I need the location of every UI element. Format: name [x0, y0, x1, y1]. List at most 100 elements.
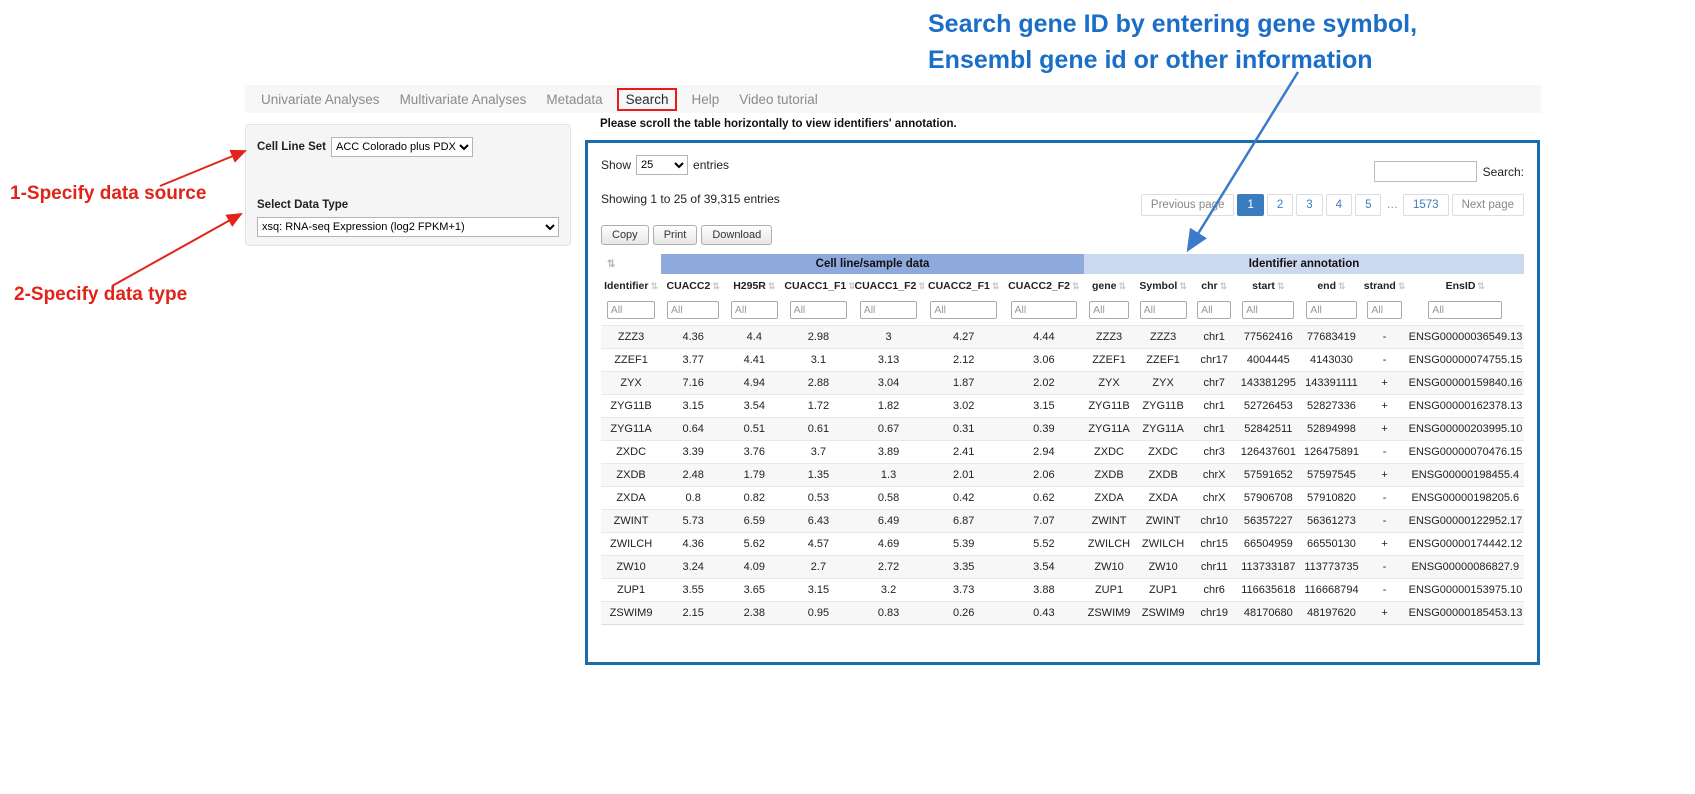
- cell: 0.43: [1004, 602, 1084, 625]
- filter-input-chr[interactable]: [1197, 301, 1231, 319]
- cell: ZXDA: [601, 487, 661, 510]
- data-type-label: Select Data Type: [257, 199, 559, 211]
- pagination-page-1[interactable]: 1: [1237, 194, 1263, 216]
- nav-item-search[interactable]: Search: [617, 88, 678, 111]
- column-label: EnsID: [1446, 280, 1476, 292]
- column-header-start[interactable]: start⇅: [1236, 274, 1300, 298]
- filter-input-cuacc1-f2[interactable]: [860, 301, 918, 319]
- data-source-panel: Cell Line Set ACC Colorado plus PDX Sele…: [245, 124, 571, 246]
- cell: 6.43: [783, 510, 853, 533]
- pagination-page-5[interactable]: 5: [1355, 194, 1381, 216]
- page-length-control: Show 25 entries: [601, 155, 729, 175]
- data-type-select[interactable]: xsq: RNA-seq Expression (log2 FPKM+1): [257, 217, 559, 237]
- cell: 126437601: [1236, 441, 1300, 464]
- red-arrow-to-cell-line-set: [160, 151, 245, 186]
- filter-input-symbol[interactable]: [1140, 301, 1187, 319]
- cell: 3.1: [783, 349, 853, 372]
- nav-item-help[interactable]: Help: [681, 88, 729, 111]
- column-header-identifier[interactable]: Identifier⇅: [601, 274, 661, 298]
- cell: 3.54: [1004, 556, 1084, 579]
- cell: 2.38: [725, 602, 783, 625]
- cell-line-set-select[interactable]: ACC Colorado plus PDX: [331, 137, 473, 157]
- cell: ZYG11B: [1134, 395, 1192, 418]
- column-label: end: [1317, 280, 1336, 292]
- navbar: Univariate AnalysesMultivariate Analyses…: [245, 85, 1541, 113]
- cell: -: [1363, 556, 1407, 579]
- search-control: Search:: [1374, 161, 1524, 182]
- filter-input-strand[interactable]: [1367, 301, 1401, 319]
- filter-input-cuacc2[interactable]: [667, 301, 719, 319]
- cell: 3.76: [725, 441, 783, 464]
- cell: ENSG00000203995.10: [1407, 418, 1524, 441]
- cell: 4.57: [783, 533, 853, 556]
- search-input[interactable]: [1374, 161, 1477, 182]
- column-header-cuacc1-f1[interactable]: CUACC1_F1⇅: [783, 274, 853, 298]
- pagination-page-3[interactable]: 3: [1296, 194, 1322, 216]
- cell: +: [1363, 464, 1407, 487]
- cell: ZWILCH: [1084, 533, 1134, 556]
- cell: 66550130: [1300, 533, 1362, 556]
- print-button[interactable]: Print: [653, 225, 698, 245]
- filter-input-ensid[interactable]: [1428, 301, 1502, 319]
- copy-button[interactable]: Copy: [601, 225, 649, 245]
- download-button[interactable]: Download: [701, 225, 772, 245]
- cell: 0.51: [725, 418, 783, 441]
- cell: ENSG00000153975.10: [1407, 579, 1524, 602]
- column-label: start: [1252, 280, 1275, 292]
- column-header-cuacc2[interactable]: CUACC2⇅: [661, 274, 725, 298]
- pagination-page-2[interactable]: 2: [1267, 194, 1293, 216]
- cell: 52726453: [1236, 395, 1300, 418]
- filter-input-start[interactable]: [1242, 301, 1294, 319]
- pagination-page-1573[interactable]: 1573: [1403, 194, 1449, 216]
- cell: chr7: [1192, 372, 1236, 395]
- red-arrow-to-data-type: [112, 214, 241, 286]
- nav-item-univariate-analyses[interactable]: Univariate Analyses: [251, 88, 390, 111]
- column-header-strand[interactable]: strand⇅: [1363, 274, 1407, 298]
- pagination-page-4[interactable]: 4: [1326, 194, 1352, 216]
- column-header-cuacc2-f1[interactable]: CUACC2_F1⇅: [924, 274, 1004, 298]
- group-header-row: ⇅Cell line/sample dataIdentifier annotat…: [601, 254, 1524, 274]
- filter-input-cuacc2-f2[interactable]: [1011, 301, 1078, 319]
- cell: 3.39: [661, 441, 725, 464]
- cell: ZXDB: [1084, 464, 1134, 487]
- cell: chr15: [1192, 533, 1236, 556]
- column-header-end[interactable]: end⇅: [1300, 274, 1362, 298]
- cell: -: [1363, 441, 1407, 464]
- column-header-h295r[interactable]: H295R⇅: [725, 274, 783, 298]
- pagination-next[interactable]: Next page: [1452, 194, 1524, 216]
- cell: 4.36: [661, 533, 725, 556]
- cell: ZWILCH: [601, 533, 661, 556]
- filter-input-h295r[interactable]: [731, 301, 778, 319]
- page-length-select[interactable]: 25: [636, 155, 688, 175]
- column-header-gene[interactable]: gene⇅: [1084, 274, 1134, 298]
- nav-item-video-tutorial[interactable]: Video tutorial: [729, 88, 828, 111]
- filter-input-identifier[interactable]: [607, 301, 656, 319]
- cell: 3.15: [1004, 395, 1084, 418]
- filter-input-gene[interactable]: [1089, 301, 1129, 319]
- cell-line-set-label: Cell Line Set: [257, 141, 326, 153]
- filter-input-end[interactable]: [1306, 301, 1357, 319]
- filter-cell: [1363, 298, 1407, 326]
- column-header-ensid[interactable]: EnsID⇅: [1407, 274, 1524, 298]
- cell: 2.12: [924, 349, 1004, 372]
- sort-icon[interactable]: ⇅: [601, 254, 661, 274]
- cell: chr1: [1192, 418, 1236, 441]
- cell: 2.94: [1004, 441, 1084, 464]
- column-header-symbol[interactable]: Symbol⇅: [1134, 274, 1192, 298]
- sort-icon: ⇅: [1277, 281, 1285, 291]
- nav-item-metadata[interactable]: Metadata: [536, 88, 612, 111]
- cell: 0.83: [854, 602, 924, 625]
- cell: 3.2: [854, 579, 924, 602]
- cell: 3.06: [1004, 349, 1084, 372]
- filter-input-cuacc2-f1[interactable]: [930, 301, 997, 319]
- column-header-cuacc1-f2[interactable]: CUACC1_F2⇅: [854, 274, 924, 298]
- cell: 3.55: [661, 579, 725, 602]
- filter-input-cuacc1-f1[interactable]: [790, 301, 848, 319]
- pagination-previous[interactable]: Previous page: [1141, 194, 1235, 216]
- cell: 48197620: [1300, 602, 1362, 625]
- column-header-cuacc2-f2[interactable]: CUACC2_F2⇅: [1004, 274, 1084, 298]
- nav-item-multivariate-analyses[interactable]: Multivariate Analyses: [390, 88, 537, 111]
- column-header-chr[interactable]: chr⇅: [1192, 274, 1236, 298]
- step2-annotation: 2-Specify data type: [14, 284, 187, 306]
- cell: ZWILCH: [1134, 533, 1192, 556]
